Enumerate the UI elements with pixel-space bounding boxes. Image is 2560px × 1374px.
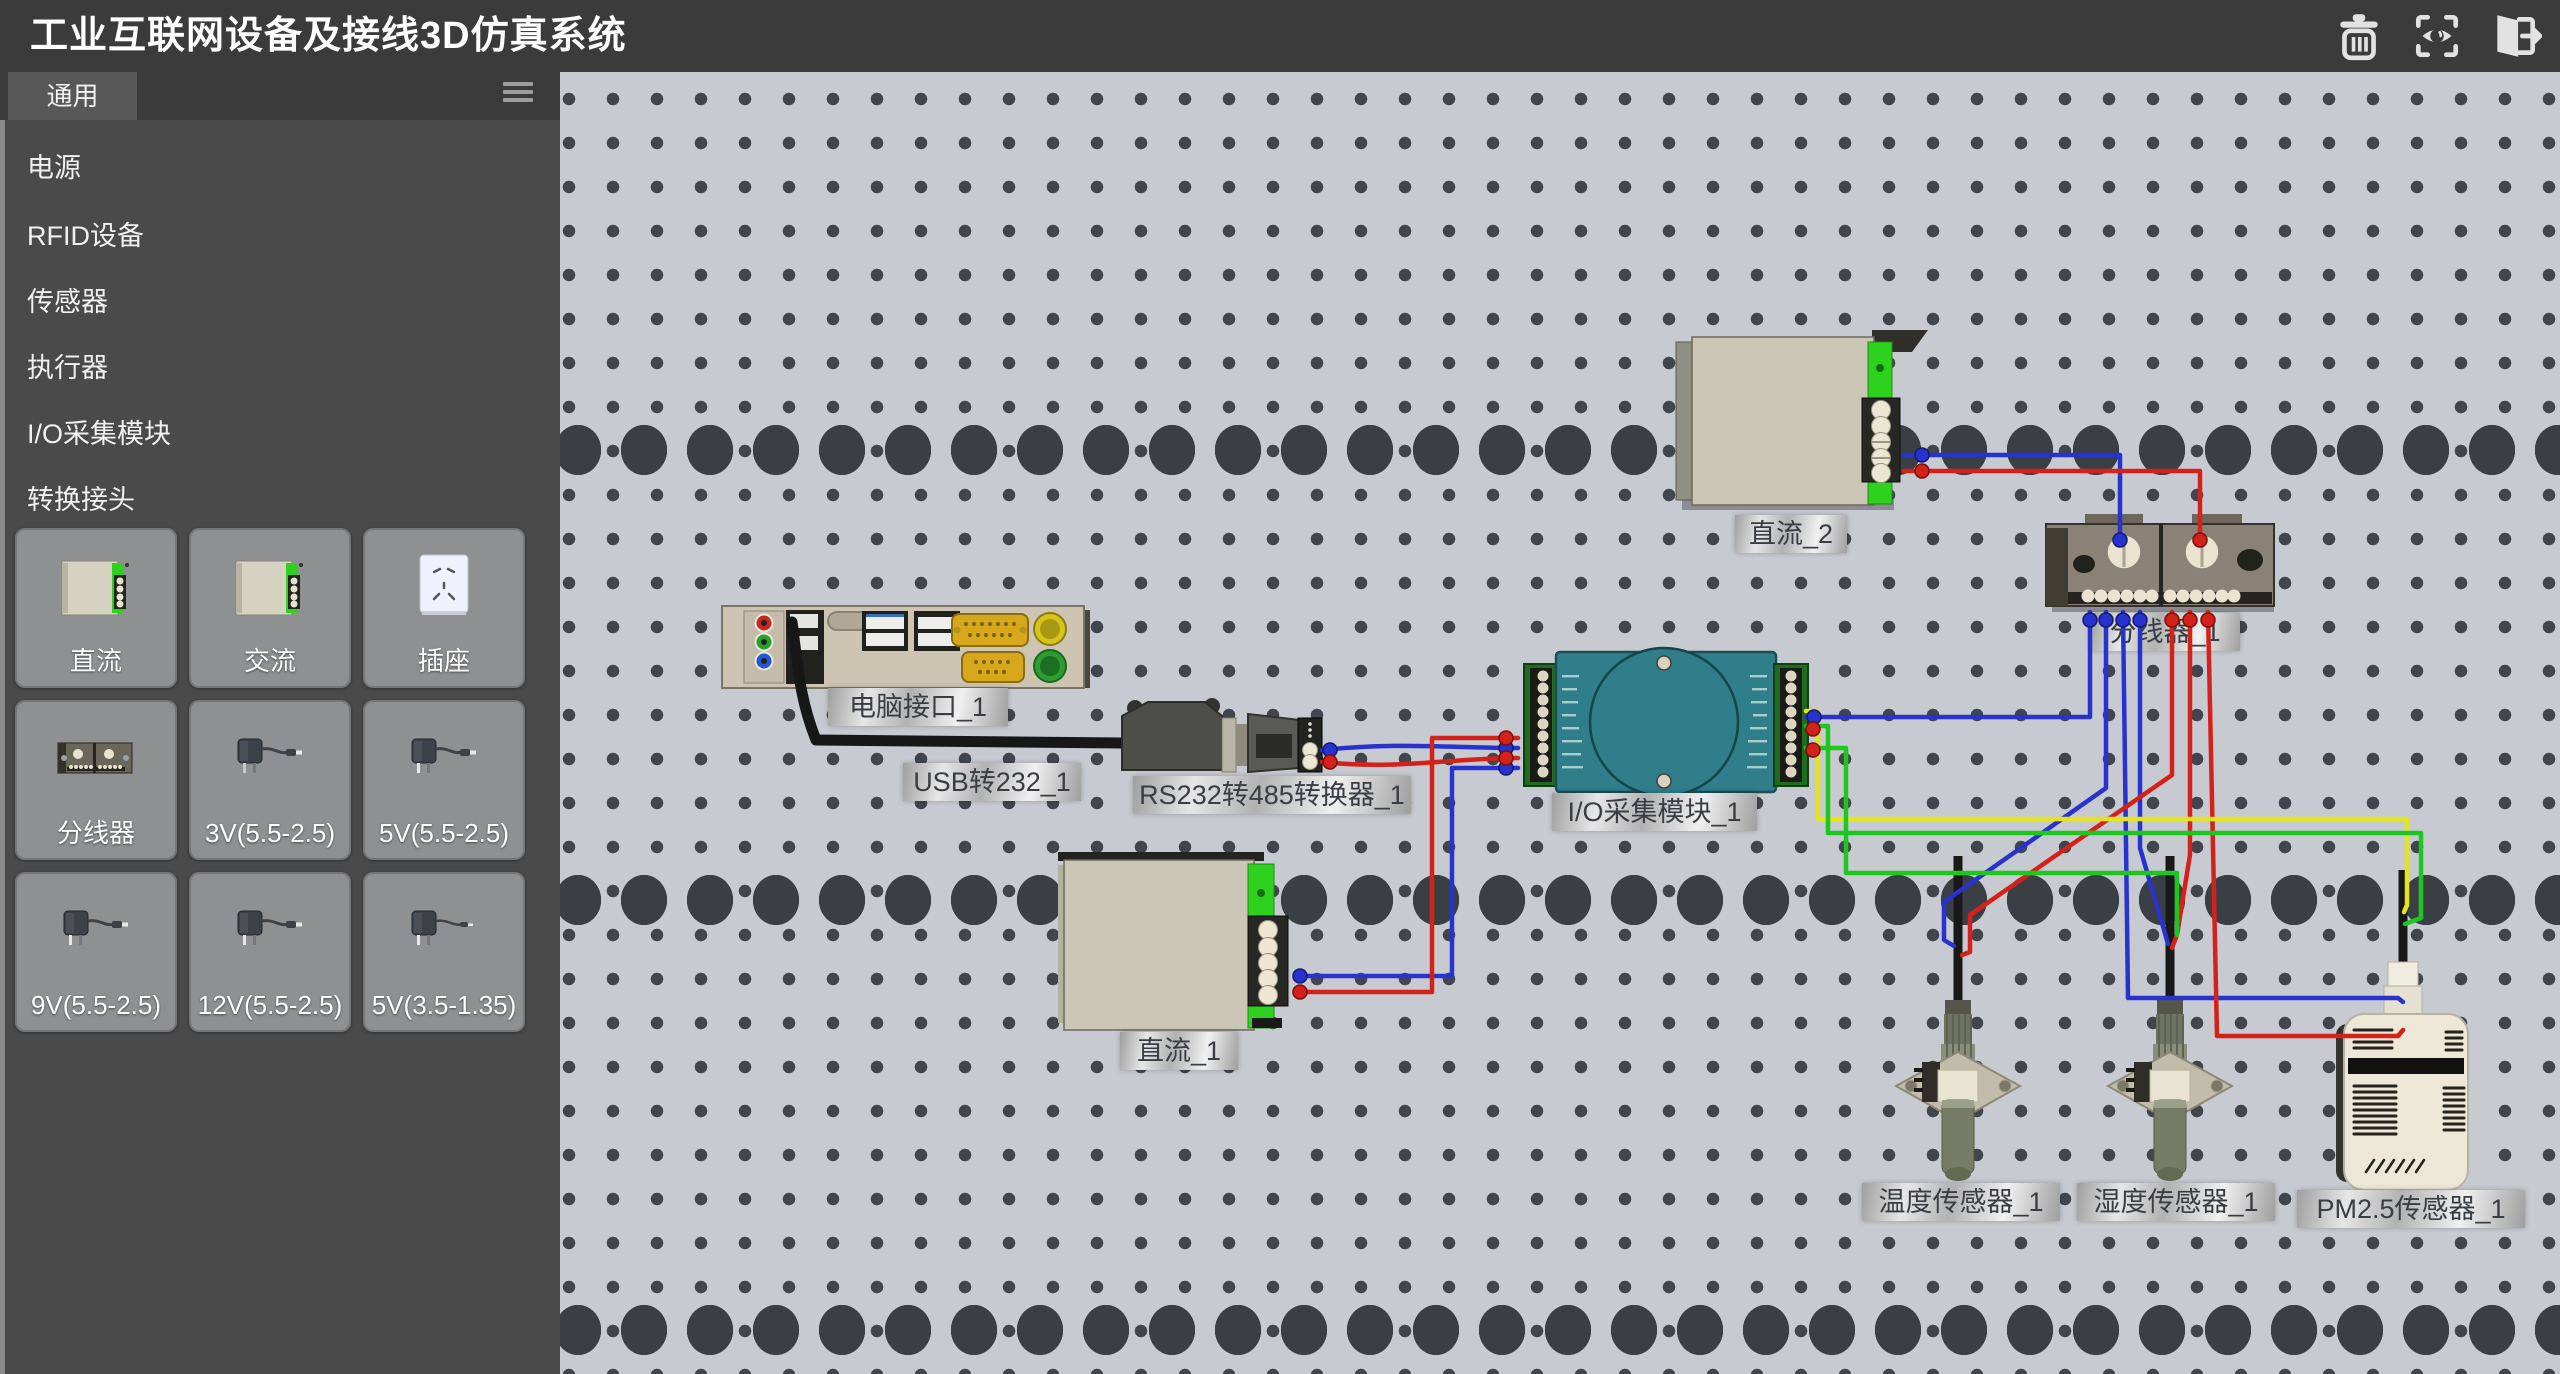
trash-icon[interactable] <box>2332 9 2386 63</box>
splitter-thumbnail-icon <box>15 700 177 818</box>
device-label-temp: 温度传感器_1 <box>1862 1183 2060 1221</box>
device-dc-supply-1[interactable] <box>1058 852 1288 1030</box>
app-window: 分线器_1 <box>0 0 2560 1374</box>
tab-general[interactable]: 通用 <box>8 72 137 120</box>
component-palette: 直流 交流 插座 分线器 <box>15 528 525 1032</box>
power-adapter-thumbnail-icon <box>363 700 525 818</box>
page-title: 工业互联网设备及接线3D仿真系统 <box>30 0 627 72</box>
device-pc-interface[interactable] <box>722 606 1090 688</box>
wire-blue-splitter-to-temp[interactable] <box>1944 612 2106 946</box>
dc-power-thumbnail-icon <box>15 528 177 646</box>
component-sidebar: 电源 RFID设备 传感器 执行器 I/O采集模块 转换接头 直流 交流 <box>0 120 560 1374</box>
device-label-pc: 电脑接口_1 <box>828 688 1008 726</box>
device-label-usb232: USB转232_1 <box>903 763 1081 801</box>
exit-icon[interactable] <box>2488 9 2542 63</box>
hamburger-menu-icon[interactable] <box>503 82 533 110</box>
palette-item-adapter-5v-small[interactable]: 5V(3.5-1.35) <box>363 872 525 1032</box>
palette-item-adapter-5v[interactable]: 5V(5.5-2.5) <box>363 700 525 860</box>
wire-red-splitter-to-pm25[interactable] <box>2208 612 2403 1036</box>
sidebar-item-rfid[interactable]: RFID设备 <box>5 206 572 266</box>
palette-item-splitter[interactable]: 分线器 <box>15 700 177 860</box>
device-label-io: I/O采集模块_1 <box>1552 793 1757 831</box>
device-label-hum: 湿度传感器_1 <box>2077 1183 2275 1221</box>
sidebar-item-adapter[interactable]: 转换接头 <box>5 470 572 530</box>
wire-green-io-to-pm25[interactable] <box>1806 726 2421 924</box>
palette-item-socket[interactable]: 插座 <box>363 528 525 688</box>
sidebar-item-io-module[interactable]: I/O采集模块 <box>5 404 572 464</box>
wire-blue-splitter-to-pm25[interactable] <box>2123 612 2403 1002</box>
palette-item-ac[interactable]: 交流 <box>189 528 351 688</box>
wire-blue-rs485-to-io[interactable] <box>1322 746 1518 750</box>
power-adapter-thumbnail-icon <box>363 872 525 990</box>
device-dc-supply-2[interactable] <box>1676 330 1928 510</box>
device-label-dc1: 直流_1 <box>1120 1032 1238 1070</box>
wire-green-io-to-humidity[interactable] <box>1806 748 2177 935</box>
device-rs232-485-converter[interactable] <box>1122 698 1322 772</box>
palette-item-dc[interactable]: 直流 <box>15 528 177 688</box>
view-reset-icon[interactable] <box>2410 9 2464 63</box>
device-splitter[interactable] <box>2046 514 2274 612</box>
device-label-pm25: PM2.5传感器_1 <box>2297 1190 2525 1228</box>
header-toolbar <box>2332 9 2542 63</box>
wiring-canvas[interactable]: 分线器_1 <box>560 72 2560 1374</box>
palette-item-adapter-12v[interactable]: 12V(5.5-2.5) <box>189 872 351 1032</box>
power-adapter-thumbnail-icon <box>15 872 177 990</box>
wire-blue-splitter-to-io[interactable] <box>1806 612 2090 717</box>
sidebar-item-sensor[interactable]: 传感器 <box>5 272 572 332</box>
sidebar-tabstrip: 通用 <box>0 72 560 120</box>
sidebar-item-power[interactable]: 电源 <box>5 138 572 198</box>
socket-thumbnail-icon <box>363 528 525 646</box>
wire-red-rs485-to-io[interactable] <box>1322 758 1518 765</box>
power-adapter-thumbnail-icon <box>189 872 351 990</box>
sidebar-item-actuator[interactable]: 执行器 <box>5 338 572 398</box>
device-label-dc2: 直流_2 <box>1735 515 1847 553</box>
palette-item-adapter-3v[interactable]: 3V(5.5-2.5) <box>189 700 351 860</box>
power-adapter-thumbnail-icon <box>189 700 351 818</box>
device-label-rs485: RS232转485转换器_1 <box>1133 776 1411 814</box>
wire-red-splitter-to-humidity[interactable] <box>2172 612 2190 948</box>
device-temp-sensor[interactable] <box>1896 856 2020 1181</box>
title-bar: 工业互联网设备及接线3D仿真系统 <box>0 0 2560 72</box>
device-io-module[interactable] <box>1524 648 1808 796</box>
palette-item-adapter-9v[interactable]: 9V(5.5-2.5) <box>15 872 177 1032</box>
ac-power-thumbnail-icon <box>189 528 351 646</box>
